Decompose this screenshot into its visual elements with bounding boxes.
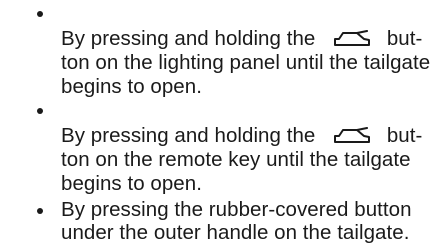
item-text-line: ton on the remote key until the tailgate bbox=[61, 148, 411, 171]
instruction-list: By pressing and holding the but- ton on … bbox=[0, 0, 437, 245]
bullet-dot bbox=[37, 11, 43, 17]
item-first-line: By pressing and holding the but- bbox=[61, 124, 423, 147]
tailgate-car-icon bbox=[333, 126, 371, 147]
item-text-line: under the outer handle on the tailgate. bbox=[61, 221, 410, 244]
item-text-line: ton on the lighting panel until the tail… bbox=[61, 51, 431, 74]
item-text-line: begins to open. bbox=[61, 75, 202, 98]
item-first-line: By pressing and holding the but- bbox=[61, 27, 423, 50]
tailgate-car-icon bbox=[333, 29, 371, 50]
bullet-dot bbox=[37, 208, 43, 214]
item-text-line: begins to open. bbox=[61, 172, 202, 195]
item-text-line: By pressing the rubber-covered button bbox=[61, 198, 412, 221]
bullet-dot bbox=[37, 108, 43, 114]
